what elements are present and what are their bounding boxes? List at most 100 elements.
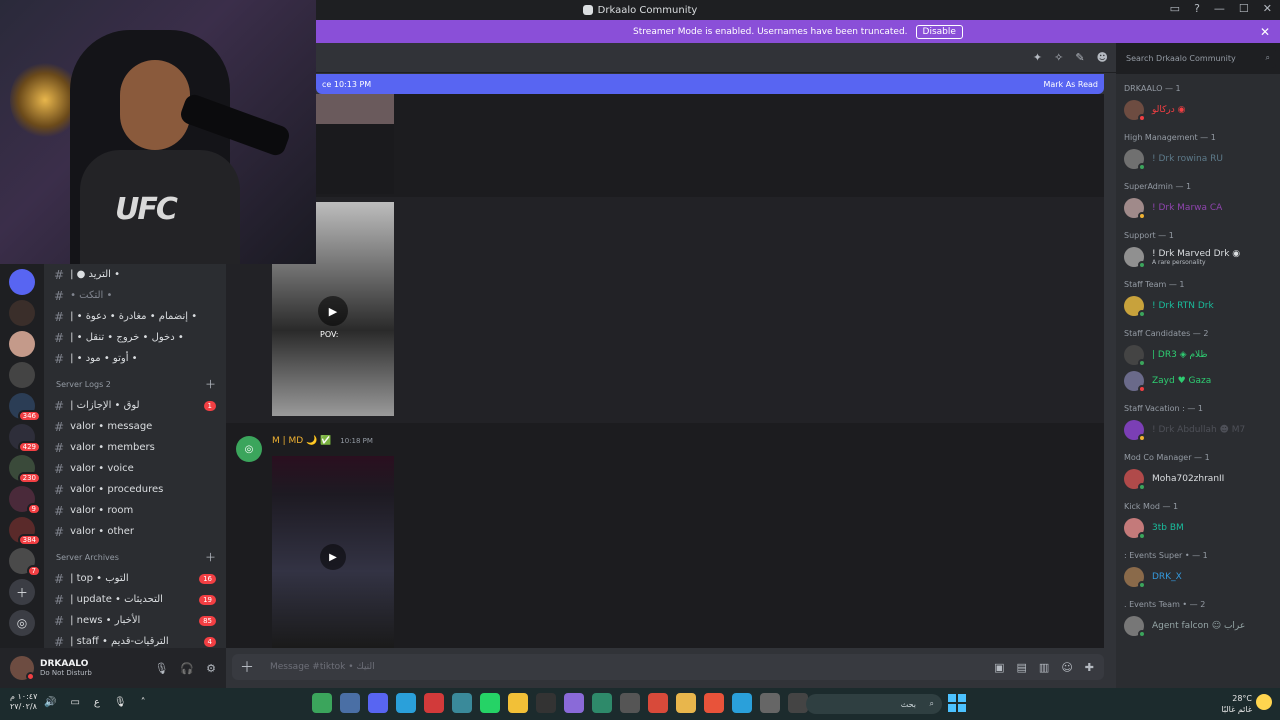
gift-icon[interactable]: ▣ <box>994 661 1004 674</box>
channel-category[interactable]: Server Logs 2 ＋ <box>44 373 226 395</box>
green-app-icon[interactable] <box>312 693 332 713</box>
tray-chevron-icon[interactable]: ˄ <box>141 697 146 708</box>
channel-item[interactable]: # valor • members <box>44 437 226 458</box>
search-input[interactable]: Search Drkaalo Community ⌕ <box>1120 48 1276 68</box>
gif-icon[interactable]: ▤ <box>1017 661 1027 674</box>
add-attachment-icon[interactable]: ＋ <box>240 657 254 677</box>
avatar[interactable] <box>10 656 35 681</box>
channel-item[interactable]: # valor • message <box>44 416 226 437</box>
channel-item[interactable]: # • التكت • <box>44 285 226 306</box>
channel-item[interactable]: # valor • voice <box>44 458 226 479</box>
pin-icon[interactable]: ✎ <box>1075 51 1084 64</box>
server-icon[interactable]: 7 <box>9 548 41 577</box>
channel-item[interactable]: # | staff • الترقيات-قديم 4 <box>44 631 226 648</box>
server-icon[interactable] <box>9 269 35 295</box>
channel-item[interactable]: # valor • procedures <box>44 479 226 500</box>
channel-item[interactable]: # | top • التوب 16 <box>44 568 226 589</box>
store-icon[interactable] <box>592 693 612 713</box>
channel-item[interactable]: # | • دخول • خروج • تنقل • <box>44 327 226 348</box>
emoji-icon[interactable]: ☺ <box>1061 661 1072 674</box>
channel-item[interactable]: # | news • الأخبار 85 <box>44 610 226 631</box>
language-indicator[interactable]: ع <box>94 697 100 708</box>
folder-icon[interactable] <box>676 693 696 713</box>
member-item[interactable]: Moha702zhranII <box>1116 466 1280 492</box>
server-icon[interactable]: 346 <box>9 393 41 422</box>
new-messages-bar[interactable]: ce 10:13 PM Mark As Read <box>316 74 1104 94</box>
obs-icon[interactable] <box>648 693 668 713</box>
message-composer[interactable]: ＋ Message #tiktok • التيك ▣ ▤ ▥ ☺ ✚ <box>232 654 1104 680</box>
files-icon[interactable] <box>760 693 780 713</box>
server-icon[interactable] <box>9 331 35 357</box>
media-attachment[interactable] <box>316 94 394 124</box>
terminal-icon[interactable] <box>536 693 556 713</box>
channel-item[interactable]: # | لوق • الإجازات 1 <box>44 395 226 416</box>
discord-icon[interactable] <box>564 693 584 713</box>
member-item[interactable]: Zayd ♥ Gaza <box>1116 368 1280 394</box>
mute-icon[interactable]: ✧ <box>1054 51 1063 64</box>
sticker-icon[interactable]: ▥ <box>1039 661 1049 674</box>
whatsapp-icon[interactable] <box>480 693 500 713</box>
microphone-icon[interactable]: 🎙 <box>154 662 168 675</box>
edge-icon[interactable] <box>732 693 752 713</box>
channel-item[interactable]: # | update • التحديثات 19 <box>44 589 226 610</box>
member-item[interactable]: ! Drk RTN Drk <box>1116 293 1280 319</box>
server-icon[interactable]: 384 <box>9 517 41 546</box>
apps-icon[interactable]: ✚ <box>1085 661 1094 674</box>
mark-as-read-button[interactable]: Mark As Read <box>1043 80 1098 89</box>
server-icon[interactable]: 429 <box>9 424 41 453</box>
network-icon[interactable]: ▭ <box>70 697 79 708</box>
start-button[interactable] <box>948 694 966 712</box>
message-author[interactable]: M | MD 🌙 ✅ <box>272 436 331 446</box>
help-icon[interactable]: ? <box>1194 2 1200 15</box>
member-item[interactable]: | DR3 ◈ ظلام <box>1116 342 1280 368</box>
member-item[interactable]: 3tb BM <box>1116 515 1280 541</box>
volume-icon[interactable]: 🔊 <box>44 697 56 708</box>
maximize-button[interactable]: ☐ <box>1239 2 1249 15</box>
channel-item[interactable]: # | • إنضمام • مغادرة • دعوة • <box>44 306 226 327</box>
mic-tray-icon[interactable]: 🎙 <box>114 697 127 708</box>
user-info[interactable]: DRKAALO Do Not Disturb <box>40 659 92 677</box>
member-item[interactable]: DRK_X <box>1116 564 1280 590</box>
close-button[interactable]: ✕ <box>1263 2 1272 15</box>
member-item[interactable]: ! Drk Marwa CA <box>1116 195 1280 221</box>
banner-close-icon[interactable]: ✕ <box>1260 25 1270 39</box>
server-icon[interactable] <box>9 362 35 388</box>
vpn-icon[interactable] <box>452 693 472 713</box>
play-icon[interactable]: ▶ <box>318 296 348 326</box>
add-channel-icon[interactable]: ＋ <box>205 549 216 565</box>
server-icon[interactable]: 230 <box>9 455 41 484</box>
taskbar-search[interactable]: بحث ⌕ <box>806 694 942 714</box>
member-item[interactable]: ! Drk Abdullah ☻ M7 <box>1116 417 1280 443</box>
misc-app-icon[interactable] <box>788 693 808 713</box>
adobe-icon[interactable] <box>424 693 444 713</box>
x-app-icon[interactable] <box>620 693 640 713</box>
weather-widget[interactable]: 28°C غائم غالبًا <box>1221 693 1252 715</box>
minimize-button[interactable]: — <box>1214 2 1225 15</box>
steam-icon[interactable] <box>396 693 416 713</box>
channel-item[interactable]: # valor • room <box>44 500 226 521</box>
shield-app-icon[interactable] <box>340 693 360 713</box>
purple-app-icon[interactable] <box>368 693 388 713</box>
video-attachment[interactable]: ▶ <box>272 456 394 648</box>
channel-item[interactable]: # | ● التريد • <box>44 264 226 285</box>
member-item[interactable]: دركالو ◉ <box>1116 97 1280 123</box>
inbox-icon[interactable]: ▭ <box>1170 2 1180 15</box>
discord-avatar-icon[interactable]: ◎ <box>236 436 262 462</box>
chrome-icon[interactable] <box>508 693 528 713</box>
add-server-icon[interactable]: ＋ <box>9 579 35 605</box>
threads-icon[interactable]: ✦ <box>1033 51 1042 64</box>
channel-category[interactable]: Server Archives ＋ <box>44 546 226 568</box>
channel-item[interactable]: # valor • other <box>44 521 226 542</box>
settings-gear-icon[interactable]: ⚙ <box>206 662 216 675</box>
play-icon[interactable]: ▶ <box>320 544 346 570</box>
disable-button[interactable]: Disable <box>915 24 963 39</box>
add-channel-icon[interactable]: ＋ <box>205 376 216 392</box>
member-item[interactable]: ! Drk rowina RU <box>1116 146 1280 172</box>
channel-item[interactable]: # | • أوتو • مود • <box>44 348 226 369</box>
taskbar-clock[interactable]: ١٠:٤٧ م ٢٧/٠٢/٨ <box>10 692 37 712</box>
server-icon[interactable] <box>9 300 35 326</box>
member-item[interactable]: ! Drk Marved Drk ◉ A rare personality <box>1116 244 1280 270</box>
server-icon[interactable]: 9 <box>9 486 41 515</box>
discover-icon[interactable]: ◎ <box>9 610 35 636</box>
member-item[interactable]: Agent falcon ☺ عراب <box>1116 613 1280 639</box>
